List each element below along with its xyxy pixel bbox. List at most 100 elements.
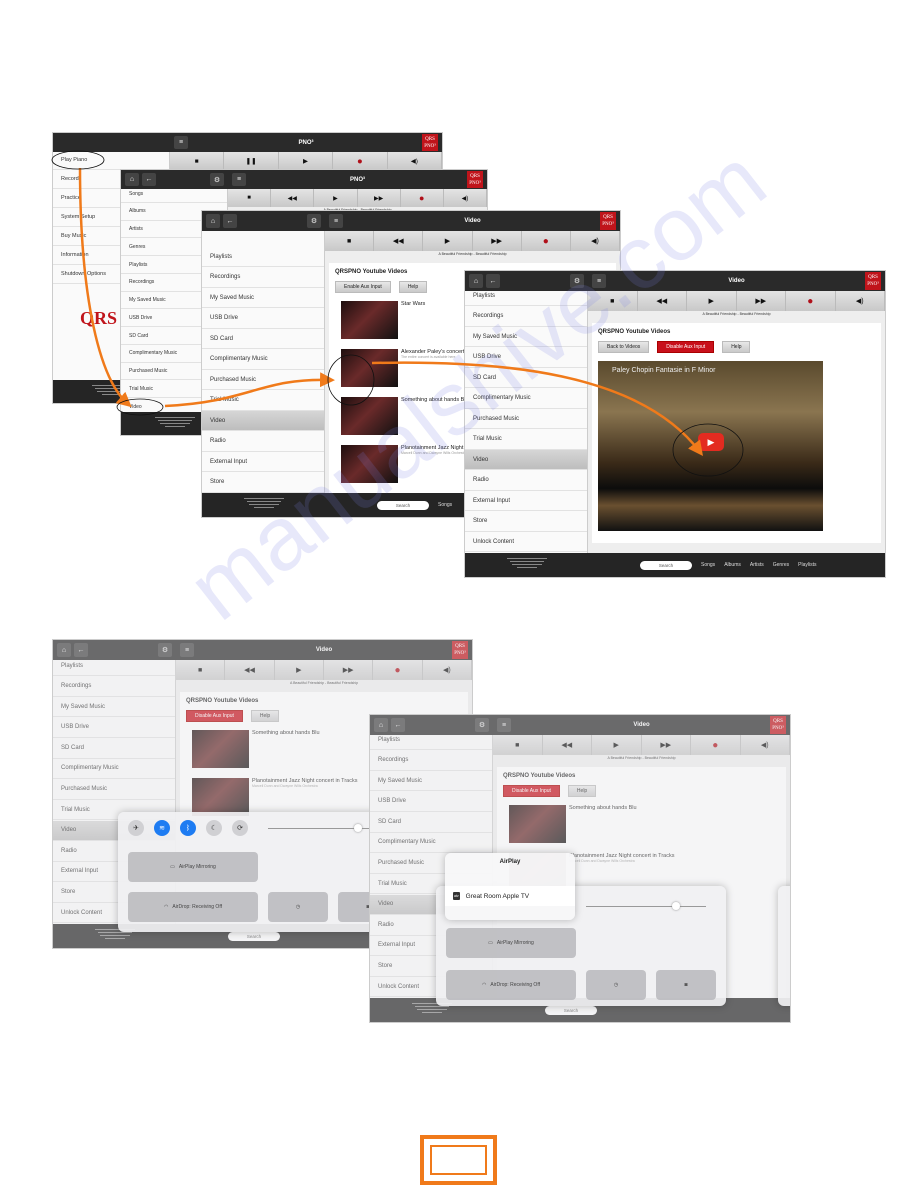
- sidebar-item-play-piano[interactable]: Play Piano: [53, 152, 169, 170]
- stop-button[interactable]: ■: [325, 231, 375, 251]
- sidebar-item-usb-drive[interactable]: USB Drive: [465, 347, 587, 368]
- sidebar-item-playlists[interactable]: Playlists: [202, 247, 324, 268]
- sidebar-item-purchased-music[interactable]: Purchased Music: [465, 409, 587, 430]
- sidebar-item-radio[interactable]: Radio: [465, 470, 587, 491]
- fast-forward-button[interactable]: ▶▶: [737, 291, 786, 311]
- enable-aux-input-button[interactable]: Enable Aux Input: [335, 281, 391, 293]
- pause-button[interactable]: ❚❚: [224, 152, 279, 170]
- sidebar-item-recordings[interactable]: Recordings: [465, 306, 587, 327]
- sidebar-item-video[interactable]: Video: [202, 410, 324, 432]
- settings-button[interactable]: ⚙: [570, 274, 584, 288]
- stop-button[interactable]: ■: [228, 189, 272, 207]
- sidebar-item-complimentary-music[interactable]: Complimentary Music: [202, 349, 324, 370]
- rewind-button[interactable]: ◀◀: [638, 291, 687, 311]
- video-thumbnail[interactable]: [341, 397, 398, 435]
- sidebar-item-unlock-content[interactable]: Unlock Content: [465, 532, 587, 553]
- brightness-slider[interactable]: [586, 906, 706, 907]
- wifi-icon[interactable]: ≋: [154, 820, 170, 836]
- timer-button[interactable]: ◷: [586, 970, 646, 1000]
- brightness-slider-knob[interactable]: [672, 902, 680, 910]
- rewind-button[interactable]: ◀◀: [374, 231, 424, 251]
- moon-icon[interactable]: ☾: [206, 820, 222, 836]
- airplay-mirroring-button[interactable]: ▭ AirPlay Mirroring: [446, 928, 576, 958]
- airdrop-button[interactable]: ◠ AirDrop: Receiving Off: [128, 892, 258, 922]
- panel-buttons: Back to Videos Disable Aux Input Help: [598, 341, 875, 353]
- volume-button[interactable]: ◀): [571, 231, 620, 251]
- now-playing: A Beautiful Friendship - Beautiful Frien…: [438, 252, 507, 256]
- sidebar-item-playlists[interactable]: Playlists: [465, 291, 587, 307]
- volume-button[interactable]: ◀): [444, 189, 487, 207]
- video-thumbnail[interactable]: [341, 445, 398, 483]
- sidebar-item-radio[interactable]: Radio: [202, 431, 324, 452]
- footer-link-genres[interactable]: Genres: [773, 562, 789, 568]
- footer-link-albums[interactable]: Albums: [724, 562, 741, 568]
- rotation-lock-icon[interactable]: ⟳: [232, 820, 248, 836]
- brightness-slider-knob[interactable]: [354, 824, 362, 832]
- search-input[interactable]: Search: [640, 560, 692, 570]
- record-button[interactable]: ●: [401, 189, 444, 207]
- footer-link-playlists[interactable]: Playlists: [798, 562, 816, 568]
- airplay-device-great-room-apple-tv[interactable]: atv Great Room Apple TV: [445, 886, 575, 906]
- airplay-mirroring-button[interactable]: ▭ AirPlay Mirroring: [128, 852, 258, 882]
- camera-button[interactable]: ◙: [656, 970, 716, 1000]
- sidebar-item-my-saved-music[interactable]: My Saved Music: [202, 288, 324, 309]
- back-button[interactable]: ←: [223, 214, 237, 228]
- legal-text: [202, 498, 325, 508]
- qrs-logo: QRS PNO³: [600, 212, 616, 230]
- stop-button[interactable]: ■: [170, 152, 225, 170]
- fast-forward-button[interactable]: ▶▶: [358, 189, 401, 207]
- airdrop-label: AirDrop: Receiving Off: [172, 904, 223, 910]
- sidebar-item-external-input[interactable]: External Input: [465, 491, 587, 512]
- record-button[interactable]: ●: [333, 152, 388, 170]
- footer-link-songs[interactable]: Songs: [701, 562, 715, 568]
- home-button[interactable]: ⌂: [469, 274, 483, 288]
- video-player[interactable]: Paley Chopin Fantasie in F Minor ▶: [598, 361, 823, 531]
- volume-button[interactable]: ◀): [836, 291, 885, 311]
- stop-button[interactable]: ■: [588, 291, 638, 311]
- sidebar-item-trial-music[interactable]: Trial Music: [202, 390, 324, 411]
- airdrop-button[interactable]: ◠ AirDrop: Receiving Off: [446, 970, 576, 1000]
- sidebar-item-external-input[interactable]: External Input: [202, 452, 324, 473]
- home-button[interactable]: ⌂: [206, 214, 220, 228]
- back-to-videos-button[interactable]: Back to Videos: [598, 341, 650, 353]
- sidebar-item-purchased-music[interactable]: Purchased Music: [202, 370, 324, 391]
- back-button[interactable]: ←: [486, 274, 500, 288]
- video-thumbnail[interactable]: [341, 301, 398, 339]
- timer-button[interactable]: ◷: [268, 892, 328, 922]
- search-input[interactable]: Search: [377, 500, 429, 510]
- sidebar-item-store[interactable]: Store: [465, 511, 587, 532]
- sidebar-item-complimentary-music[interactable]: Complimentary Music: [465, 388, 587, 409]
- play-button[interactable]: ▶: [314, 189, 358, 207]
- sidebar-item-sd-card[interactable]: SD Card: [202, 329, 324, 350]
- settings-button[interactable]: ⚙: [307, 214, 321, 228]
- video-thumbnail[interactable]: [341, 349, 398, 387]
- rewind-button[interactable]: ◀◀: [271, 189, 315, 207]
- bluetooth-icon[interactable]: ᛒ: [180, 820, 196, 836]
- help-button[interactable]: Help: [398, 281, 428, 293]
- footer-link-songs[interactable]: Songs: [438, 502, 452, 508]
- sidebar-item-my-saved-music[interactable]: My Saved Music: [465, 327, 587, 348]
- disable-aux-input-button[interactable]: Disable Aux Input: [657, 341, 715, 353]
- youtube-play-button[interactable]: ▶: [698, 433, 724, 451]
- fast-forward-button[interactable]: ▶▶: [473, 231, 522, 251]
- airplane-icon[interactable]: ✈: [128, 820, 144, 836]
- legal-text: [465, 558, 588, 568]
- home-button[interactable]: ⌂: [125, 173, 139, 186]
- back-button[interactable]: ←: [142, 173, 156, 186]
- sidebar-item-store[interactable]: Store: [202, 472, 324, 493]
- volume-button[interactable]: ◀): [388, 152, 442, 170]
- help-button[interactable]: Help: [722, 341, 751, 353]
- play-button[interactable]: ▶: [687, 291, 737, 311]
- sidebar-item-recordings[interactable]: Recordings: [202, 267, 324, 288]
- record-button[interactable]: ●: [786, 291, 836, 311]
- sidebar-item-songs[interactable]: Songs: [121, 189, 227, 203]
- settings-button[interactable]: ⚙: [210, 173, 224, 186]
- sidebar-item-trial-music[interactable]: Trial Music: [465, 429, 587, 450]
- record-button[interactable]: ●: [522, 231, 571, 251]
- sidebar-item-video[interactable]: Video: [465, 449, 587, 471]
- play-button[interactable]: ▶: [279, 152, 334, 170]
- play-button[interactable]: ▶: [423, 231, 473, 251]
- sidebar-item-sd-card[interactable]: SD Card: [465, 368, 587, 389]
- footer-link-artists[interactable]: Artists: [750, 562, 764, 568]
- sidebar-item-usb-drive[interactable]: USB Drive: [202, 308, 324, 329]
